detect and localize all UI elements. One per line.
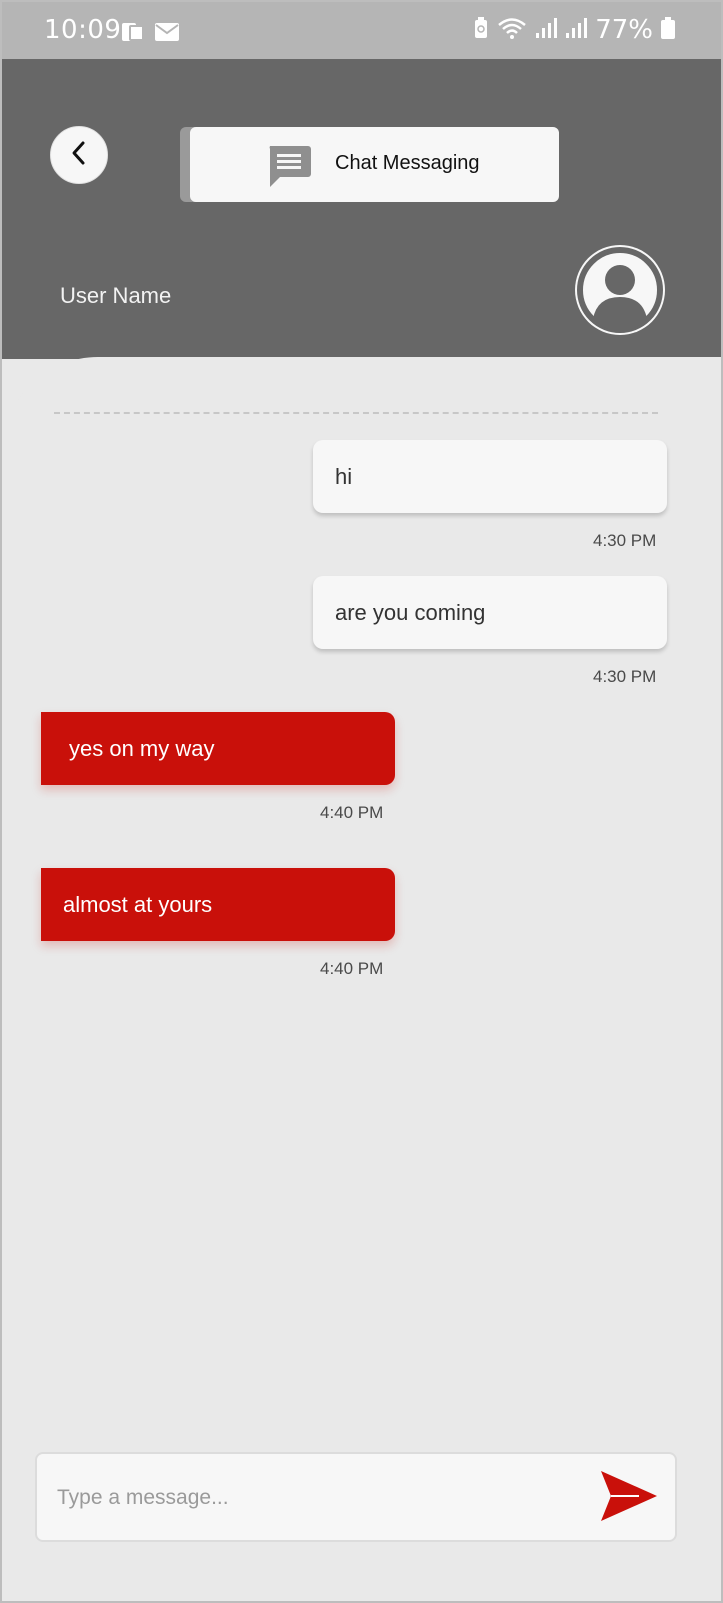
message-timestamp: 4:30 PM bbox=[593, 667, 657, 686]
message-bubble-incoming[interactable]: are you coming bbox=[313, 576, 667, 649]
chat-icon bbox=[266, 144, 312, 192]
battery-saver-icon bbox=[473, 17, 489, 43]
message-timestamp: 4:40 PM bbox=[320, 959, 384, 978]
status-system-icons: 77% bbox=[473, 15, 675, 45]
message-composer bbox=[35, 1452, 677, 1542]
status-notification-icons bbox=[120, 20, 180, 48]
battery-percentage: 77% bbox=[595, 15, 653, 45]
message-bubble-outgoing[interactable]: yes on my way bbox=[41, 712, 395, 785]
mail-icon bbox=[154, 22, 180, 46]
message-input[interactable] bbox=[55, 1472, 579, 1524]
message-text: hi bbox=[335, 463, 353, 489]
message-text: almost at yours bbox=[63, 891, 213, 917]
message-timestamp: 4:30 PM bbox=[593, 531, 657, 550]
message-text: are you coming bbox=[335, 599, 486, 625]
signal-icon bbox=[565, 17, 588, 43]
photo-icon bbox=[120, 20, 146, 48]
message-timestamp: 4:40 PM bbox=[320, 803, 384, 822]
message-bubble-outgoing[interactable]: almost at yours bbox=[41, 868, 395, 941]
send-icon bbox=[599, 1469, 659, 1527]
chevron-left-icon bbox=[68, 140, 90, 170]
chat-header: Chat Messaging User Name bbox=[2, 59, 721, 359]
send-button[interactable] bbox=[597, 1471, 661, 1525]
signal-icon bbox=[535, 17, 558, 43]
status-time: 10:09 bbox=[44, 15, 122, 45]
avatar[interactable] bbox=[575, 245, 665, 335]
status-bar: 10:09 77% bbox=[2, 2, 721, 59]
wifi-icon bbox=[497, 16, 527, 44]
chat-messages-area[interactable]: hi 4:30 PM are you coming 4:30 PM yes on… bbox=[2, 357, 721, 1601]
page-title: Chat Messaging bbox=[335, 152, 480, 174]
title-card: Chat Messaging bbox=[190, 127, 559, 202]
contact-name: User Name bbox=[60, 283, 172, 308]
message-bubble-incoming[interactable]: hi bbox=[313, 440, 667, 513]
back-button[interactable] bbox=[50, 126, 108, 184]
message-text: yes on my way bbox=[69, 735, 215, 761]
divider bbox=[54, 412, 658, 414]
battery-icon bbox=[661, 17, 675, 43]
person-icon bbox=[575, 247, 665, 335]
